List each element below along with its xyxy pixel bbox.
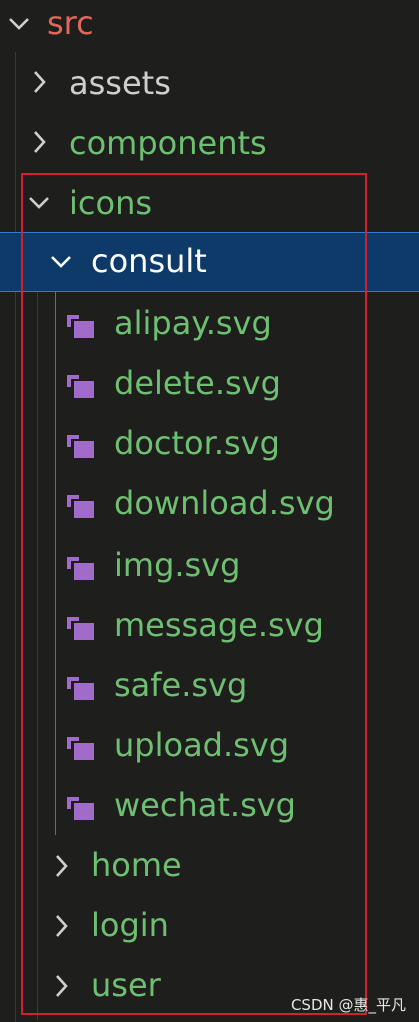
- chevron-down-icon: [24, 174, 54, 234]
- watermark: CSDN @惠_平凡: [290, 996, 406, 1014]
- file-label: delete.svg: [114, 364, 281, 402]
- file-item[interactable]: message.svg: [0, 596, 419, 656]
- chevron-right-icon: [46, 836, 76, 896]
- file-item[interactable]: safe.svg: [0, 656, 419, 716]
- tree-item-label: src: [47, 4, 94, 42]
- file-label: download.svg: [114, 484, 335, 522]
- tree-item-label: consult: [91, 242, 207, 280]
- file-item[interactable]: alipay.svg: [0, 294, 419, 354]
- chevron-down-icon: [46, 232, 76, 292]
- file-item[interactable]: download.svg: [0, 474, 419, 534]
- svg-file-icon: [65, 491, 97, 519]
- tree-item-login[interactable]: login: [0, 896, 419, 956]
- file-item[interactable]: img.svg: [0, 536, 419, 596]
- chevron-right-icon: [24, 54, 54, 114]
- file-item[interactable]: doctor.svg: [0, 414, 419, 474]
- tree-item-label: components: [69, 124, 267, 162]
- chevron-right-icon: [24, 114, 54, 174]
- tree-item-home[interactable]: home: [0, 836, 419, 896]
- svg-file-icon: [65, 673, 97, 701]
- file-item[interactable]: delete.svg: [0, 354, 419, 414]
- svg-file-icon: [65, 733, 97, 761]
- tree-item-consult[interactable]: consult: [0, 232, 419, 292]
- file-label: doctor.svg: [114, 424, 280, 462]
- svg-file-icon: [65, 613, 97, 641]
- tree-item-src[interactable]: src: [0, 0, 419, 54]
- file-label: message.svg: [114, 606, 324, 644]
- file-item[interactable]: upload.svg: [0, 716, 419, 776]
- file-label: wechat.svg: [114, 786, 296, 824]
- file-item[interactable]: wechat.svg: [0, 776, 419, 836]
- tree-item-label: user: [91, 966, 161, 1004]
- chevron-right-icon: [46, 956, 76, 1016]
- chevron-right-icon: [46, 896, 76, 956]
- svg-file-icon: [65, 431, 97, 459]
- file-label: upload.svg: [114, 726, 290, 764]
- tree-item-label: home: [91, 846, 182, 884]
- tree-item-components[interactable]: components: [0, 114, 419, 174]
- tree-item-icons[interactable]: icons: [0, 174, 419, 234]
- svg-file-icon: [65, 371, 97, 399]
- tree-item-label: icons: [69, 184, 153, 222]
- tree-item-assets[interactable]: assets: [0, 54, 419, 114]
- chevron-down-icon: [4, 0, 34, 54]
- file-label: alipay.svg: [114, 304, 272, 342]
- svg-file-icon: [65, 793, 97, 821]
- tree-item-label: assets: [69, 64, 171, 102]
- svg-file-icon: [65, 553, 97, 581]
- tree-item-label: login: [91, 906, 169, 944]
- svg-file-icon: [65, 311, 97, 339]
- file-label: img.svg: [114, 546, 241, 584]
- file-label: safe.svg: [114, 666, 248, 704]
